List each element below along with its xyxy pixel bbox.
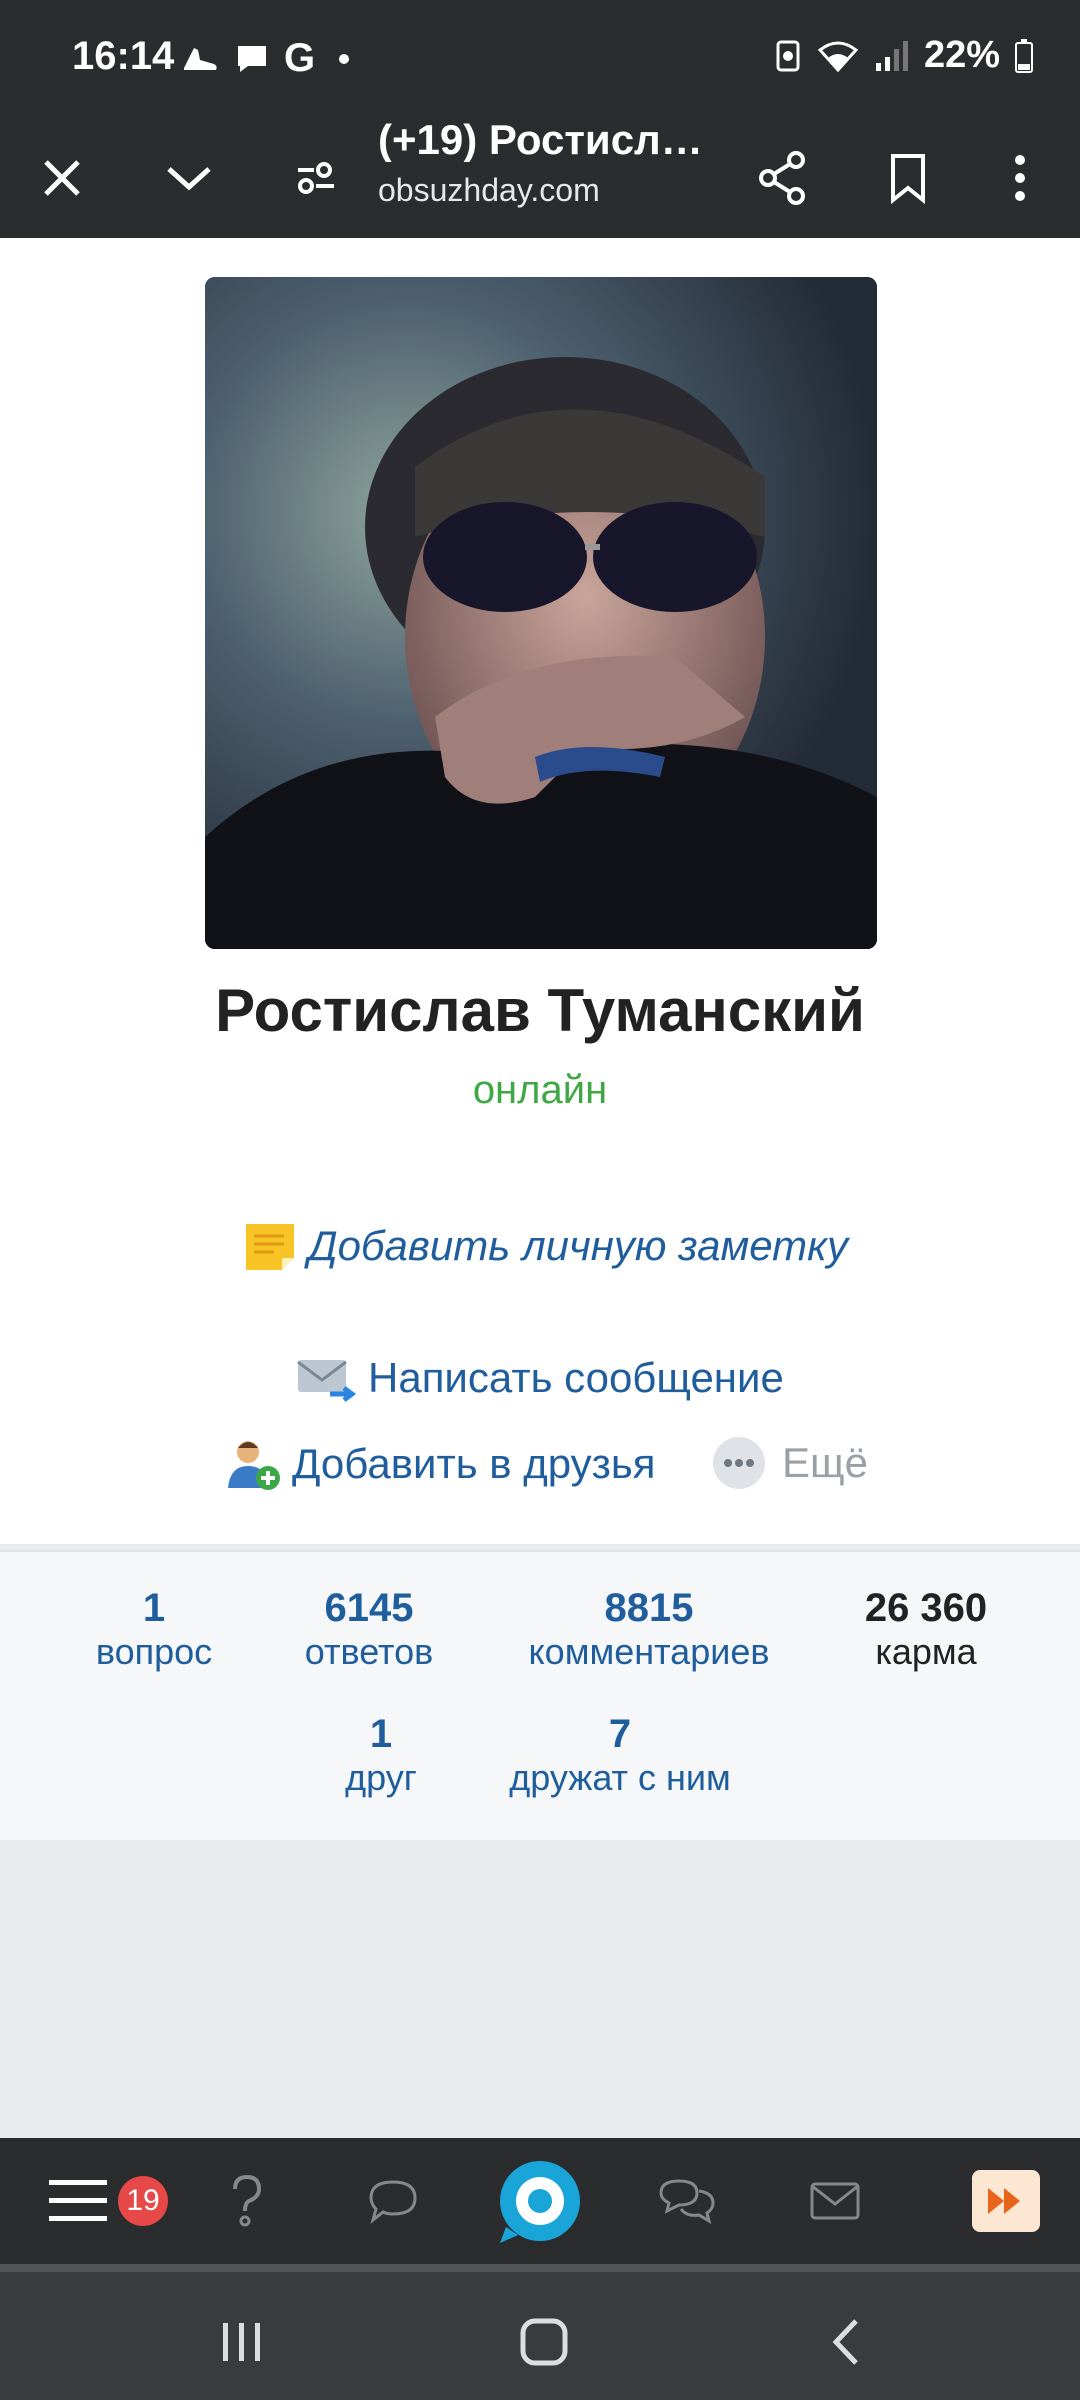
stat-value: 7 (608, 1712, 632, 1756)
stat-value: 1 (142, 1586, 166, 1630)
question-icon (233, 2174, 262, 2227)
battery-saver-icon (776, 40, 800, 71)
page-title: (+19) Ростислав Туманский (378, 118, 708, 162)
status-bar: 16:14 G 22% (0, 0, 1080, 118)
more-options-button[interactable] (986, 144, 1054, 212)
status-time: 16:14 (72, 34, 175, 78)
write-message-label: Написать сообщение (368, 1354, 784, 1401)
battery-icon (1015, 38, 1033, 73)
home-system-button[interactable] (504, 2302, 584, 2382)
more-label: Ещё (782, 1439, 868, 1486)
home-logo-icon (500, 2161, 580, 2243)
notification-icons: G (180, 36, 350, 81)
stat-comments[interactable]: 8815 комментариев (512, 1584, 786, 1672)
online-status: онлайн (472, 1068, 608, 1112)
browser-toolbar: (+19) Ростислав Туманский obsuzhday.com (0, 118, 1080, 238)
profile-name: Ростислав Туманский (215, 977, 865, 1044)
signal-icon (875, 40, 908, 71)
home-button[interactable] (496, 2138, 584, 2264)
feed-button[interactable] (972, 2138, 1040, 2264)
profile-card: Ростислав Туманский онлайн Добавить личн… (0, 238, 1080, 1544)
recent-apps-icon (223, 2323, 260, 2361)
add-friend-label: Добавить в друзья (292, 1440, 656, 1487)
more-vert-icon (1015, 155, 1025, 201)
stat-label: карма (875, 1631, 977, 1672)
fast-forward-icon (972, 2170, 1040, 2232)
profile-stats: 1 вопрос 6145 ответов 8815 комментариев … (0, 1550, 1080, 1840)
google-icon: G (284, 36, 316, 80)
more-horiz-icon (713, 1437, 765, 1489)
system-navigation-bar (0, 2264, 1080, 2400)
share-icon (759, 151, 805, 205)
more-button[interactable]: Ещё (712, 1436, 868, 1490)
battery-percent: 22% (923, 34, 1000, 76)
recent-apps-button[interactable] (202, 2302, 282, 2382)
home-square-icon (520, 2318, 568, 2366)
stat-value: 8815 (604, 1586, 694, 1630)
add-friend-link[interactable]: Добавить в друзья (226, 1436, 656, 1492)
stat-label: ответов (304, 1631, 434, 1672)
comments-button[interactable] (358, 2138, 428, 2264)
shoe-icon (184, 47, 217, 70)
add-friend-icon (228, 1441, 280, 1490)
share-button[interactable] (748, 144, 816, 212)
site-settings-button[interactable] (282, 144, 350, 212)
menu-button[interactable] (38, 2138, 118, 2264)
tune-icon (298, 162, 334, 194)
add-note-label: Добавить личную заметку (308, 1222, 848, 1269)
stat-label: друг (345, 1757, 417, 1798)
chats-button[interactable] (652, 2138, 722, 2264)
messages-button[interactable] (800, 2138, 870, 2264)
write-message-link[interactable]: Написать сообщение (296, 1352, 784, 1404)
stat-friends[interactable]: 1 друг (316, 1710, 446, 1798)
close-icon (44, 160, 80, 196)
mail-icon (810, 2182, 860, 2220)
stat-label: вопрос (95, 1631, 213, 1672)
message-icon (238, 45, 266, 72)
stat-questions[interactable]: 1 вопрос (74, 1584, 234, 1672)
stat-value: 6145 (324, 1586, 414, 1630)
minimize-button[interactable] (155, 144, 223, 212)
stat-karma: 26 360 карма (846, 1584, 1006, 1672)
bookmark-icon (891, 154, 925, 204)
stat-answers[interactable]: 6145 ответов (284, 1584, 454, 1672)
system-status: 22% (774, 34, 1034, 77)
wifi-icon (817, 41, 859, 72)
sticky-note-icon (246, 1224, 294, 1270)
questions-button[interactable] (212, 2138, 282, 2264)
stat-label: дружат с ним (509, 1757, 731, 1798)
avatar-photo (205, 277, 877, 949)
back-button[interactable] (806, 2302, 886, 2382)
add-note-link[interactable]: Добавить личную заметку (244, 1220, 848, 1272)
stat-followers[interactable]: 7 дружат с ним (494, 1710, 746, 1798)
bottom-nav: 19 (0, 2138, 1080, 2264)
stat-label: комментариев (528, 1631, 770, 1672)
stat-value: 1 (369, 1712, 393, 1756)
back-icon (832, 2319, 858, 2365)
chevron-down-icon (167, 167, 211, 191)
close-button[interactable] (28, 144, 96, 212)
notification-badge[interactable]: 19 (118, 2176, 168, 2226)
avatar (205, 277, 877, 949)
dot-icon (339, 53, 350, 64)
bookmark-button[interactable] (874, 144, 942, 212)
comment-icon (369, 2180, 417, 2224)
page-url: obsuzhday.com (378, 172, 600, 208)
chats-icon (659, 2179, 715, 2225)
mail-send-icon (297, 1360, 356, 1402)
menu-icon (49, 2180, 107, 2221)
stat-value: 26 360 (864, 1586, 988, 1630)
